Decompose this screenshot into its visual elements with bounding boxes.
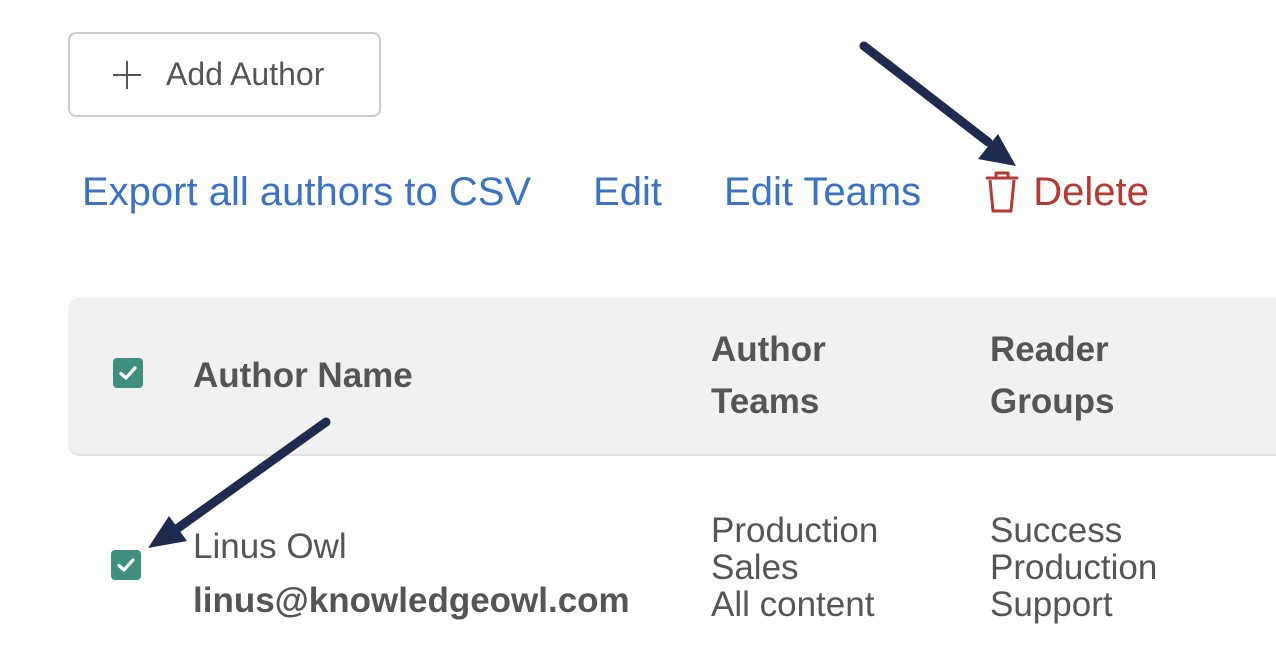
- authors-page: Add Author Export all authors to CSV Edi…: [0, 0, 1276, 666]
- list-item: Sales: [711, 548, 799, 587]
- check-icon: [119, 366, 137, 380]
- delete-link[interactable]: Delete: [983, 169, 1149, 215]
- list-item: Success: [990, 511, 1123, 550]
- list-item: Support: [990, 585, 1113, 624]
- author-email: linus@knowledgeowl.com: [193, 581, 630, 620]
- list-item: Production: [711, 511, 879, 550]
- author-name: Linus Owl: [193, 527, 347, 566]
- delete-label: Delete: [1033, 169, 1149, 214]
- author-teams-cell: Production Sales All content: [711, 512, 878, 623]
- column-header-groups-line2: Groups: [990, 382, 1115, 421]
- row-checkbox[interactable]: [111, 550, 141, 580]
- column-header-author-teams[interactable]: Author Teams: [711, 324, 871, 428]
- export-csv-link[interactable]: Export all authors to CSV: [82, 170, 531, 215]
- column-header-groups-line1: Reader: [990, 330, 1109, 369]
- author-actions-bar: Export all authors to CSV Edit Edit Team…: [82, 166, 1149, 218]
- table-header: Author Name Author Teams Reader Groups: [68, 298, 1276, 456]
- check-icon: [117, 558, 135, 572]
- column-header-author-name[interactable]: Author Name: [193, 350, 413, 402]
- list-item: Production: [990, 548, 1158, 587]
- add-author-button[interactable]: Add Author: [68, 32, 381, 117]
- column-header-reader-groups[interactable]: Reader Groups: [990, 324, 1170, 428]
- arrow-to-delete: [859, 41, 1016, 166]
- edit-link[interactable]: Edit: [593, 170, 662, 215]
- trash-icon: [985, 171, 1019, 213]
- edit-teams-link[interactable]: Edit Teams: [724, 170, 921, 215]
- list-item: All content: [711, 585, 875, 624]
- column-header-teams-line1: Author: [711, 330, 826, 369]
- plus-icon: [110, 58, 144, 92]
- reader-groups-cell: Success Production Support: [990, 512, 1157, 623]
- column-header-teams-line2: Teams: [711, 382, 820, 421]
- author-name-cell: Linus Owl linus@knowledgeowl.com: [193, 520, 630, 628]
- table-row[interactable]: Linus Owl linus@knowledgeowl.com Product…: [68, 500, 1276, 640]
- select-all-checkbox[interactable]: [113, 358, 143, 388]
- add-author-label: Add Author: [166, 56, 325, 92]
